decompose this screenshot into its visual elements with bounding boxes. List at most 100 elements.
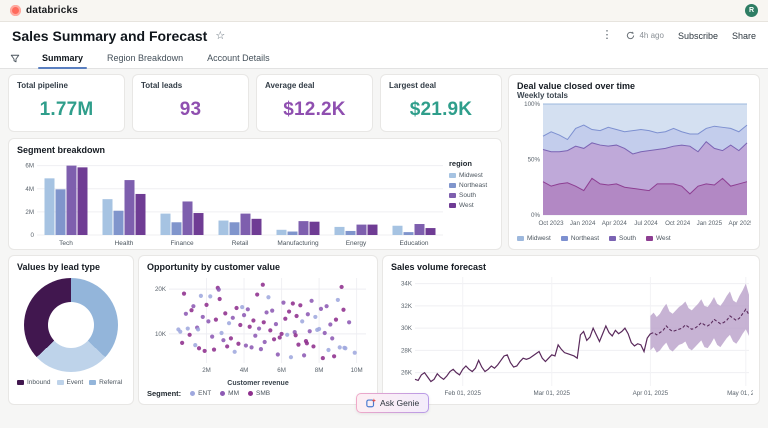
ask-genie-button[interactable]: Ask Genie [356,393,429,413]
svg-text:8M: 8M [315,367,324,374]
deal-value-area-chart: Oct 2023Jan 2024Apr 2024Jul 2024Oct 2024… [517,100,751,228]
tab-summary[interactable]: Summary [32,50,93,68]
legend-swatch [449,183,456,188]
tab-account-details[interactable]: Account Details [197,50,280,68]
legend-swatch [89,380,96,385]
legend-swatch [449,173,456,178]
svg-text:34K: 34K [401,281,413,288]
tab-bar: Summary Region Breakdown Account Details [0,49,768,69]
svg-text:2M: 2M [202,367,211,374]
dashboard-root: databricks R Sales Summary and Forecast … [0,0,768,428]
legend-swatch [609,236,616,241]
legend-swatch [646,236,653,241]
svg-text:Education: Education [400,240,429,247]
svg-text:Retail: Retail [232,240,249,247]
kpi-value: $21.9K [389,99,493,121]
legend-item: Inbound [17,379,51,386]
svg-text:20K: 20K [155,286,167,293]
svg-text:Feb 01, 2025: Feb 01, 2025 [444,390,481,397]
dashboard-header: Sales Summary and Forecast ☆ ⋮ 4h ago Su… [0,22,768,49]
svg-text:Finance: Finance [170,240,194,247]
legend-item: Midwest [449,172,487,179]
legend-item: South [449,192,487,199]
kpi-label: Largest deal [389,81,493,90]
legend-swatch [17,380,24,385]
ask-genie-label: Ask Genie [380,398,419,408]
svg-text:Jan 2025: Jan 2025 [697,220,723,227]
svg-text:Oct 2024: Oct 2024 [665,220,691,227]
legend-swatch [561,236,568,241]
svg-text:Mar 01, 2025: Mar 01, 2025 [534,390,571,397]
chart-title: Deal value closed over time [517,81,751,91]
scatter-legend-title: Segment: [147,389,181,398]
svg-text:0: 0 [31,232,35,239]
legend-item: South [609,235,636,242]
svg-text:6M: 6M [25,163,34,170]
svg-text:30K: 30K [401,325,413,332]
svg-text:0%: 0% [531,212,540,219]
legend-item: ENT [190,390,211,397]
legend-item: Northeast [449,182,487,189]
legend-item: Midwest [517,235,551,242]
svg-text:4M: 4M [240,367,249,374]
genie-icon [366,398,376,408]
top-navbar: databricks R [0,0,768,22]
svg-text:10M: 10M [351,367,363,374]
tab-region-breakdown[interactable]: Region Breakdown [97,50,193,68]
share-button[interactable]: Share [732,31,756,41]
brand-name: databricks [26,5,78,16]
svg-text:4M: 4M [25,186,34,193]
legend-item: Event [57,379,84,386]
databricks-logo-icon [10,5,21,16]
svg-text:6M: 6M [277,367,286,374]
subscribe-button[interactable]: Subscribe [678,31,718,41]
svg-text:Jul 2024: Jul 2024 [634,220,658,227]
kpi-label: Total pipeline [17,81,116,90]
databricks-logo[interactable]: databricks [10,5,78,16]
legend-item: MM [220,390,239,397]
svg-text:Health: Health [115,240,134,247]
svg-text:Oct 2023: Oct 2023 [538,220,564,227]
legend-item: West [646,235,671,242]
scatter-x-axis-label: Customer revenue [147,380,369,387]
kpi-label: Average deal [265,81,364,90]
legend-swatch [248,391,253,396]
kpi-value: 93 [141,99,240,121]
chart-subtitle: Weekly totals [517,91,751,100]
kpi-card-total-pipeline: Total pipeline 1.77M [8,74,125,132]
svg-text:Jan 2024: Jan 2024 [570,220,596,227]
chart-title: Values by lead type [17,262,125,272]
svg-text:100%: 100% [524,101,540,108]
segment-breakdown-card: Segment breakdown 02M4M6MTechHealthFinan… [8,138,502,250]
kpi-value: 1.77M [17,99,116,121]
legend-swatch [190,391,195,396]
svg-text:Tech: Tech [59,240,73,247]
overflow-menu-icon[interactable]: ⋮ [601,30,612,41]
legend-item: Referral [89,379,122,386]
legend-swatch [449,203,456,208]
legend-swatch [449,193,456,198]
kpi-card-average-deal: Average deal $12.2K [256,74,373,132]
svg-text:10K: 10K [155,331,167,338]
svg-text:26K: 26K [401,370,413,377]
bar-legend-title: region [449,159,487,168]
user-avatar[interactable]: R [745,4,758,17]
kpi-value: $12.2K [265,99,364,121]
svg-text:Apr 2025: Apr 2025 [728,220,751,227]
legend-swatch [517,236,524,241]
chart-title: Opportunity by customer value [147,262,369,272]
refresh-control[interactable]: 4h ago [626,31,663,40]
bar-chart-legend: regionMidwestNortheastSouthWest [449,157,487,247]
svg-text:2M: 2M [25,209,34,216]
kpi-card-total-leads: Total leads 93 [132,74,249,132]
segment-breakdown-bar-chart: 02M4M6MTechHealthFinanceRetailManufactur… [17,157,445,247]
deal-value-chart-card: Deal value closed over time Weekly total… [508,74,760,250]
opportunity-scatter-chart: 2M 4M 6M 8M 10M 10K 20K [147,272,371,375]
donut-legend: Inbound Event Referral [17,379,125,386]
filter-icon[interactable] [10,54,20,64]
refresh-icon [626,31,635,40]
favorite-star-icon[interactable]: ☆ [215,29,225,42]
lead-type-donut-chart [24,278,118,372]
svg-text:May 01, 2025: May 01, 2025 [727,390,753,397]
forecast-card: Sales volume forecast 26K28K30K32K34KFeb… [382,255,760,405]
